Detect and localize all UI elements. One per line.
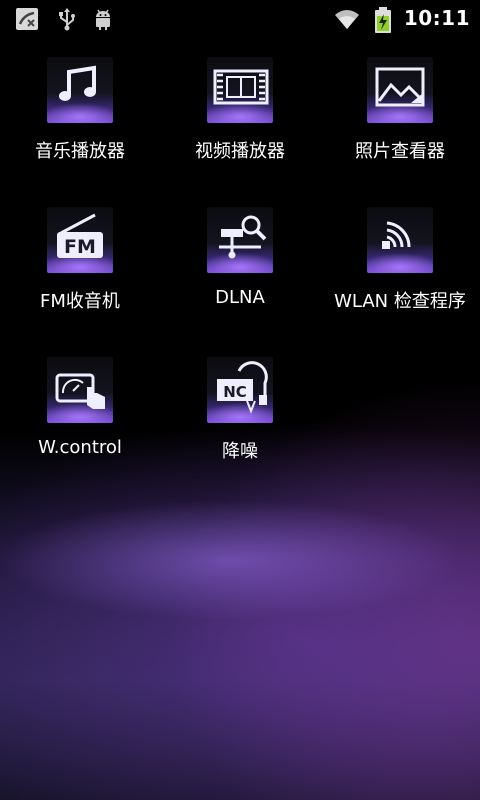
app-w-control[interactable]: W.control: [0, 357, 160, 467]
battery-charging-icon: [372, 6, 394, 33]
app-label: FM收音机: [40, 291, 120, 312]
app-wlan-checker[interactable]: WLAN 检查程序: [320, 207, 480, 317]
app-fm-radio[interactable]: FM FM收音机: [0, 207, 160, 317]
svg-text:FM: FM: [64, 236, 96, 258]
touch-control-icon: [47, 357, 113, 423]
app-photo-viewer[interactable]: 照片查看器: [320, 57, 480, 167]
status-bar[interactable]: 10:11: [0, 0, 480, 38]
usb-icon: [54, 6, 80, 32]
svg-text:NC: NC: [223, 383, 247, 401]
android-debug-icon: [90, 6, 116, 32]
app-label: 降噪: [222, 441, 258, 462]
app-video-player[interactable]: 视频播放器: [160, 57, 320, 167]
wifi-icon: [333, 6, 361, 32]
app-noise-cancel[interactable]: NC 降噪: [160, 357, 320, 467]
app-label: WLAN 检查程序: [334, 291, 466, 312]
photo-icon: [367, 57, 433, 123]
noise-cancel-icon: NC: [207, 357, 273, 423]
film-strip-icon: [207, 57, 273, 123]
wlan-signal-icon: [367, 207, 433, 273]
dlna-network-icon: [207, 207, 273, 273]
music-note-icon: [47, 57, 113, 123]
app-label: W.control: [38, 437, 122, 458]
app-dlna[interactable]: DLNA: [160, 207, 320, 317]
fm-radio-icon: FM: [47, 207, 113, 273]
missed-call-icon: [14, 6, 40, 32]
app-label: 音乐播放器: [35, 141, 125, 162]
app-label: 照片查看器: [355, 141, 445, 162]
app-label: 视频播放器: [195, 141, 285, 162]
app-music-player[interactable]: 音乐播放器: [0, 57, 160, 167]
clock: 10:11: [403, 6, 470, 30]
app-label: DLNA: [215, 287, 265, 308]
